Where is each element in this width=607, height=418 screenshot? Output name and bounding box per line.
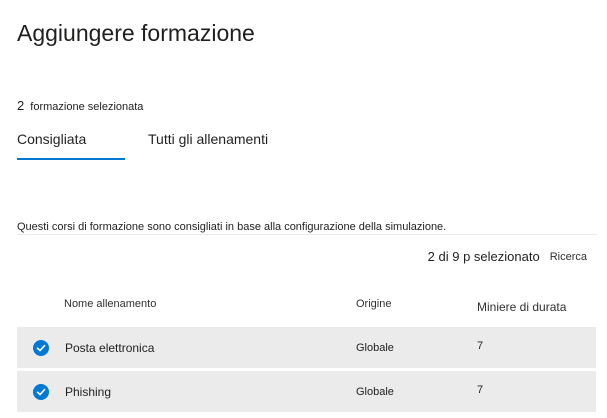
column-header-duration[interactable]: Miniere di durata	[477, 300, 566, 314]
panel-title: Aggiungere formazione	[17, 20, 255, 46]
selection-counter: 2 di 9 p selezionato	[427, 249, 540, 264]
selected-count-number: 2	[17, 98, 25, 113]
search-button[interactable]: Ricerca	[550, 251, 587, 263]
training-origin: Globale	[356, 342, 394, 354]
table-row[interactable]: Posta elettronica Globale 7	[17, 327, 596, 368]
column-header-name[interactable]: Nome allenamento	[64, 298, 156, 310]
table-row[interactable]: Phishing Globale 7	[17, 371, 596, 412]
selected-count: 2 formazione selezionata	[17, 98, 143, 113]
selected-count-label: formazione selezionata	[30, 101, 144, 113]
description-text: Questi corsi di formazione sono consigli…	[17, 221, 447, 233]
training-name: Posta elettronica	[65, 341, 155, 355]
column-header-origin[interactable]: Origine	[356, 298, 391, 310]
training-origin: Globale	[356, 386, 394, 398]
training-name: Phishing	[65, 385, 112, 399]
training-duration: 7	[477, 384, 484, 396]
checkmark-icon[interactable]	[33, 384, 49, 400]
checkmark-icon[interactable]	[33, 340, 49, 356]
tab-all-trainings[interactable]: Tutti gli allenamenti	[148, 128, 268, 158]
tab-bar: Consigliata Tutti gli allenamenti	[17, 128, 317, 160]
tab-recommended[interactable]: Consigliata	[17, 128, 125, 160]
training-duration: 7	[477, 340, 484, 352]
toolbar: 2 di 9 p selezionato Ricerca	[428, 249, 587, 264]
divider	[17, 234, 597, 235]
